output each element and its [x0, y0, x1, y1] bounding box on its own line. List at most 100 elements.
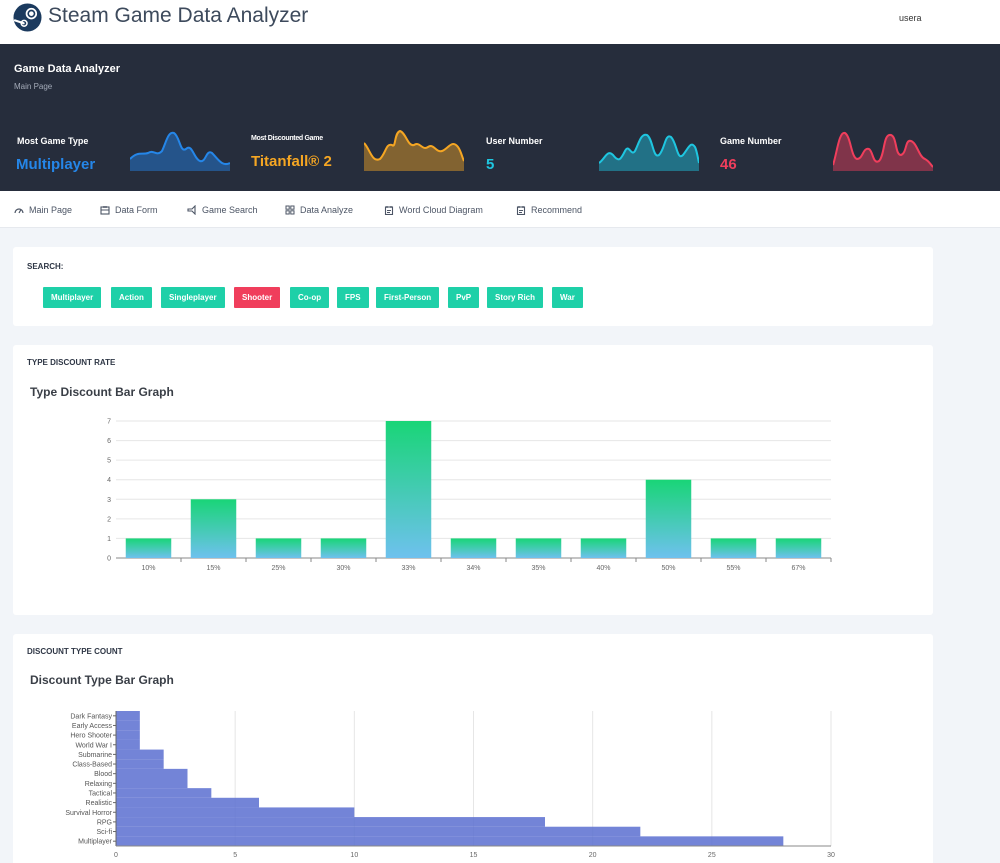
bar-relaxing[interactable]	[116, 778, 188, 789]
stat-value-game-number: 46	[720, 156, 737, 173]
y-tick-label: 0	[107, 556, 111, 563]
y-tick-label: 4	[107, 477, 111, 484]
nav-item-recommend[interactable]: Recommend	[516, 191, 582, 228]
bar-dark-fantasy[interactable]	[116, 711, 140, 721]
bar-tactical[interactable]	[116, 788, 212, 798]
y-tick-label: Sci-fi	[96, 829, 112, 836]
x-tick-label: 0	[114, 852, 118, 859]
nav-label: Data Analyze	[300, 204, 354, 215]
x-tick-label: 67%	[791, 565, 805, 572]
bar-sci-fi[interactable]	[116, 826, 641, 837]
tag-first-person[interactable]: First-Person	[376, 287, 440, 308]
stat-value-most-game-type: Multiplayer	[16, 156, 96, 173]
bar-submarine[interactable]	[116, 749, 164, 760]
nav-item-main-page[interactable]: Main Page	[14, 191, 72, 228]
y-tick-label: 5	[107, 458, 111, 465]
x-tick-label: 10%	[141, 565, 155, 572]
bar-10%[interactable]	[125, 538, 172, 558]
y-tick-label: 7	[107, 419, 111, 426]
stat-label-user-number: User Number	[486, 136, 543, 146]
nav-item-data-form[interactable]: Data Form	[100, 191, 158, 228]
hero-title: Game Data Analyzer	[14, 63, 120, 75]
x-tick-label: 10	[350, 852, 358, 859]
stat-label-most-discounted: Most Discounted Game	[251, 135, 323, 142]
bar-30%[interactable]	[320, 538, 367, 558]
bar-realistic[interactable]	[116, 797, 259, 808]
search-heading: SEARCH:	[27, 262, 64, 271]
bar-class-based[interactable]	[116, 759, 164, 769]
x-tick-label: 30	[827, 852, 835, 859]
search-card: SEARCH: Multiplayer Action Singleplayer …	[13, 247, 933, 326]
sparkline-game-number	[833, 132, 933, 171]
bar-67%[interactable]	[775, 538, 822, 558]
user-menu[interactable]: usera	[899, 13, 922, 23]
tag-co-op[interactable]: Co-op	[290, 287, 330, 308]
bar-world-war-i[interactable]	[116, 739, 140, 750]
tag-singleplayer[interactable]: Singleplayer	[161, 287, 225, 308]
x-tick-label: 33%	[401, 565, 415, 572]
sparkline-most-discounted	[364, 129, 464, 171]
x-tick-label: 40%	[596, 565, 610, 572]
tag-war[interactable]: War	[552, 287, 583, 308]
bar-rpg[interactable]	[116, 817, 545, 827]
form-icon	[100, 205, 110, 215]
y-tick-label: 1	[107, 536, 111, 543]
y-tick-label: RPG	[97, 819, 112, 826]
nav-item-data-analyze[interactable]: Data Analyze	[285, 191, 353, 228]
x-tick-label: 34%	[466, 565, 480, 572]
bar-40%[interactable]	[580, 538, 627, 558]
x-tick-label: 15	[470, 852, 478, 859]
hero-breadcrumb: Main Page	[14, 82, 53, 91]
x-tick-label: 25	[708, 852, 716, 859]
y-tick-label: Multiplayer	[78, 839, 113, 846]
bar-55%[interactable]	[710, 538, 757, 558]
type-discount-bar-chart: 0 1 2 3 4 5 6 7 10% 15% 25% 30% 33% 34% 35% 40% 50% 55% 67…	[107, 419, 832, 572]
discount-type-bar-chart: 0 5 10 15 20 25 30 Multiplayer Sci-fi RPG Survival…	[65, 711, 835, 859]
steam-logo-icon[interactable]	[13, 3, 42, 32]
y-tick-label: Relaxing	[85, 781, 112, 788]
y-tick-label: Tactical	[89, 790, 113, 797]
stat-value-most-discounted: Titanfall® 2	[251, 153, 332, 170]
bar-34%[interactable]	[450, 538, 497, 558]
calendar-icon	[516, 205, 526, 215]
x-tick-label: 35%	[531, 565, 545, 572]
grid-icon	[285, 205, 295, 215]
bar-25%[interactable]	[255, 538, 302, 558]
nav-item-word-cloud[interactable]: Word Cloud Diagram	[384, 191, 483, 228]
nav-label: Word Cloud Diagram	[399, 204, 483, 215]
tag-action[interactable]: Action	[111, 287, 152, 308]
nav-label: Main Page	[29, 204, 73, 215]
nav-label: Data Form	[115, 204, 158, 215]
tag-story-rich[interactable]: Story Rich	[487, 287, 544, 308]
calendar-icon	[384, 205, 394, 215]
tag-shooter[interactable]: Shooter	[234, 287, 281, 308]
x-tick-label: 15%	[206, 565, 220, 572]
y-tick-label: Class-Based	[72, 762, 112, 769]
sparkline-most-game-type	[130, 131, 230, 171]
x-tick-label: 5	[233, 852, 237, 859]
bar-hero-shooter[interactable]	[116, 730, 140, 740]
y-tick-label: 6	[107, 438, 111, 445]
search-icon	[187, 204, 196, 215]
y-tick-label: Dark Fantasy	[70, 713, 112, 720]
tag-pvp[interactable]: PvP	[448, 287, 480, 308]
bar-survival-horror[interactable]	[116, 807, 355, 818]
bar-multiplayer[interactable]	[116, 836, 784, 846]
y-tick-label: Survival Horror	[65, 810, 112, 817]
tag-multiplayer[interactable]: Multiplayer	[43, 287, 102, 308]
x-tick-label: 20	[589, 852, 597, 859]
y-tick-label: 2	[107, 516, 111, 523]
y-tick-label: World War I	[75, 742, 112, 749]
bar-50%[interactable]	[645, 479, 692, 558]
y-tick-label: 3	[107, 497, 111, 504]
bar-blood[interactable]	[116, 768, 188, 779]
bar-15%[interactable]	[190, 499, 237, 558]
bar-33%[interactable]	[385, 421, 432, 558]
bar-early-access[interactable]	[116, 720, 140, 731]
tag-fps[interactable]: FPS	[337, 287, 369, 308]
hero-panel: Game Data Analyzer Main Page Most Game T…	[0, 44, 1000, 191]
x-tick-label: 50%	[661, 565, 675, 572]
bar-35%[interactable]	[515, 538, 562, 558]
nav-item-game-search[interactable]: Game Search	[187, 191, 258, 228]
sparkline-user-number	[599, 133, 699, 171]
